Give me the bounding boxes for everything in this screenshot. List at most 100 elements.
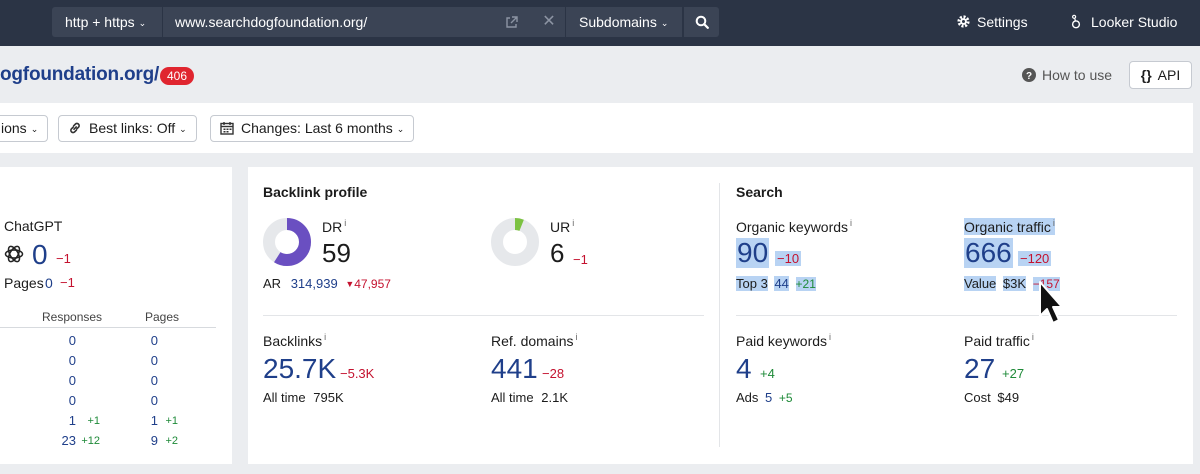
search-heading: Search — [736, 184, 783, 200]
refdomains-delta: −28 — [542, 366, 565, 381]
info-icon[interactable]: i — [344, 218, 346, 228]
page-title[interactable]: ogfoundation.org/ — [0, 64, 159, 86]
mode-dropdown[interactable]: Subdomains ⌄ — [566, 7, 682, 37]
ur-delta: −1 — [573, 252, 588, 267]
refdomains-value[interactable]: 441 — [491, 353, 538, 385]
refdomains-label: Ref. domains i — [491, 332, 578, 349]
ar-label: AR — [263, 276, 282, 291]
ur-label: UR i — [550, 218, 575, 235]
pages-value[interactable]: 0 — [151, 373, 158, 388]
divider — [736, 315, 1177, 316]
responses-value[interactable]: 0 — [69, 353, 76, 368]
best-links-label: Best links: Off — [89, 120, 176, 136]
backlinks-alltime: All time 795K — [263, 390, 344, 405]
paid-traffic-value[interactable]: 27 — [964, 353, 995, 385]
responses-value[interactable]: 0 — [69, 393, 76, 408]
info-icon[interactable]: i — [575, 332, 577, 342]
link-icon — [70, 122, 80, 134]
looker-icon — [1071, 14, 1081, 29]
calendar-icon — [220, 122, 234, 135]
paid-traffic-delta: +27 — [1002, 366, 1025, 381]
col-pages: Pages — [145, 310, 180, 324]
chevron-down-icon: ⌄ — [30, 124, 39, 134]
organic-traffic-delta: −120 — [1018, 251, 1052, 266]
ar-row: AR 314,939 ▼47,957 — [263, 276, 391, 291]
backlinks-value[interactable]: 25.7K — [263, 353, 336, 385]
mouse-cursor-icon — [1039, 281, 1063, 324]
url-value: www.searchdogfoundation.org/ — [175, 14, 368, 30]
responses-value[interactable]: 23 — [62, 433, 76, 448]
info-icon[interactable]: i — [1053, 218, 1055, 228]
mode-label: Subdomains — [579, 14, 657, 30]
chevron-down-icon: ⌄ — [396, 124, 405, 134]
chatgpt-value[interactable]: 0 — [32, 239, 48, 271]
organic-keywords-delta: −10 — [775, 251, 802, 266]
looker-label: Looker Studio — [1091, 14, 1178, 30]
responses-value[interactable]: 0 — [69, 373, 76, 388]
protocol-dropdown[interactable]: http + https ⌄ — [52, 7, 162, 37]
paid-traffic-label: Paid traffic i — [964, 332, 1034, 349]
alltime-value: 2.1K — [541, 390, 568, 405]
responses-value[interactable]: 1 — [69, 413, 76, 428]
open-external-icon[interactable] — [500, 7, 522, 37]
top3-label: Top 3 — [736, 276, 768, 291]
top3-delta: +21 — [795, 277, 816, 291]
pages-value[interactable]: 0 — [151, 333, 158, 348]
backlinks-label: Backlinks i — [263, 332, 327, 349]
info-icon[interactable]: i — [324, 332, 326, 342]
pages-value[interactable]: 0 — [45, 275, 53, 291]
organic-keywords-value[interactable]: 90 — [736, 238, 770, 268]
pages-value[interactable]: 9 — [151, 433, 158, 448]
paid-keywords-value[interactable]: 4 — [736, 353, 752, 385]
filter-bar: ions ⌄ Best links: Off ⌄ Changes: Last 6 m… — [0, 103, 1193, 153]
chatgpt-label: ChatGPT — [4, 218, 63, 234]
top3-value[interactable]: 44 — [774, 276, 789, 291]
pages-delta: +1 — [165, 415, 178, 427]
table-row: 23 +12 9 +2 — [0, 433, 216, 451]
alltime-label: All time — [263, 390, 306, 405]
best-links-dropdown[interactable]: Best links: Off ⌄ — [58, 115, 197, 142]
pages-value[interactable]: 1 — [151, 413, 158, 428]
backlinks-delta: −5.3K — [340, 366, 375, 381]
changes-dropdown[interactable]: Changes: Last 6 months ⌄ — [210, 115, 415, 142]
openai-icon — [4, 245, 24, 263]
organic-traffic-label: Organic traffic i — [964, 218, 1055, 235]
pages-label: Pages — [4, 275, 44, 291]
info-icon[interactable]: i — [829, 332, 831, 342]
ads-row: Ads 5 +5 — [736, 390, 793, 405]
settings-button[interactable]: Settings — [956, 12, 1028, 32]
ar-delta: 47,957 — [354, 277, 391, 291]
how-to-use-link[interactable]: ? How to use — [1022, 66, 1112, 84]
ar-value[interactable]: 314,939 — [291, 276, 338, 291]
organic-traffic-value[interactable]: 666 — [964, 238, 1013, 268]
responses-value[interactable]: 0 — [69, 333, 76, 348]
value-label: Value — [964, 276, 997, 291]
clear-url-icon[interactable]: ✕ — [538, 7, 560, 37]
dr-ring-chart — [263, 218, 311, 266]
value-value: $3K — [1002, 276, 1027, 291]
info-icon[interactable]: i — [850, 218, 852, 228]
ads-value[interactable]: 5 — [765, 390, 772, 405]
search-button[interactable] — [684, 7, 719, 37]
table-header-divider — [0, 327, 216, 328]
alltime-value: 795K — [313, 390, 344, 405]
api-button[interactable]: {} API — [1129, 61, 1192, 89]
versions-dropdown[interactable]: ions ⌄ — [0, 115, 49, 142]
pages-delta: +2 — [165, 435, 178, 447]
ur-value: 6 — [550, 238, 565, 268]
cost-row: Cost $49 — [964, 390, 1019, 405]
looker-studio-button[interactable]: Looker Studio — [1070, 12, 1177, 32]
pages-value[interactable]: 0 — [151, 353, 158, 368]
api-label: API — [1157, 67, 1181, 83]
backlink-profile-heading: Backlink profile — [263, 184, 368, 200]
versions-label: ions — [1, 120, 27, 136]
protocol-label: http + https — [65, 14, 135, 30]
svg-text:?: ? — [1026, 71, 1032, 82]
info-icon[interactable]: i — [572, 218, 574, 228]
dr-label: DR i — [322, 218, 347, 235]
chevron-down-icon: ⌄ — [179, 124, 187, 134]
pages-value[interactable]: 0 — [151, 393, 158, 408]
status-badge: 406 — [160, 67, 194, 85]
refdomains-alltime: All time 2.1K — [491, 390, 568, 405]
info-icon[interactable]: i — [1032, 332, 1034, 342]
